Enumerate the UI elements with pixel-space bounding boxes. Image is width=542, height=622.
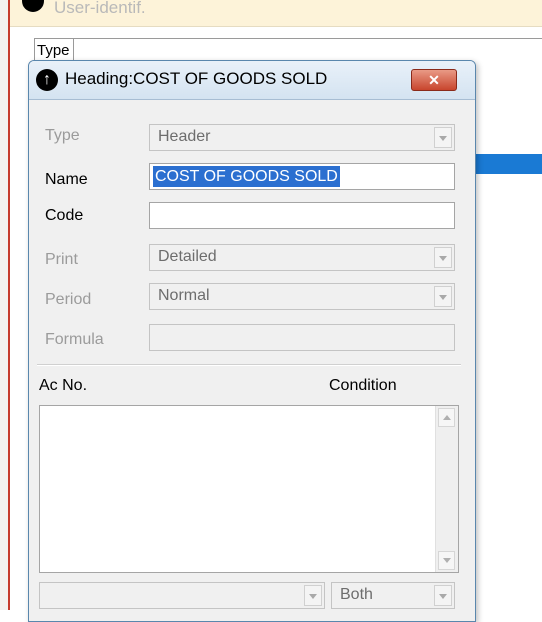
print-label: Print bbox=[45, 251, 78, 268]
period-label: Period bbox=[45, 291, 92, 308]
background-window-title: User-identif. bbox=[54, 0, 146, 17]
separator bbox=[37, 364, 461, 366]
formula-field bbox=[149, 324, 455, 351]
formula-label: Formula bbox=[45, 331, 104, 348]
chevron-down-icon bbox=[304, 585, 322, 606]
code-field[interactable] bbox=[149, 202, 455, 229]
dialog-title: Heading:COST OF GOODS SOLD bbox=[65, 69, 328, 88]
background-window-edge bbox=[0, 0, 10, 610]
print-combo: Detailed bbox=[149, 244, 455, 271]
column-header-type[interactable]: Type bbox=[34, 39, 74, 61]
chevron-down-icon bbox=[434, 585, 452, 606]
condition-column-label: Condition bbox=[329, 377, 397, 394]
period-combo: Normal bbox=[149, 283, 455, 310]
background-titlebar: User-identif. bbox=[10, 0, 542, 27]
type-combo: Header bbox=[149, 124, 455, 151]
chevron-down-icon bbox=[434, 286, 452, 307]
scroll-up-arrow-icon[interactable] bbox=[438, 408, 455, 427]
scrollbar[interactable] bbox=[435, 406, 458, 572]
name-value[interactable]: COST OF GOODS SOLD bbox=[153, 166, 340, 187]
condition-combo: Both bbox=[331, 582, 455, 609]
name-label: Name bbox=[45, 171, 88, 188]
scroll-down-arrow-icon[interactable] bbox=[438, 551, 455, 570]
code-label: Code bbox=[45, 207, 84, 224]
up-arrow-icon: ↑ bbox=[36, 69, 58, 91]
accounts-list[interactable] bbox=[39, 405, 459, 573]
type-label: Type bbox=[45, 127, 80, 144]
type-value: Header bbox=[158, 128, 211, 145]
dialog-titlebar[interactable]: ↑ Heading:COST OF GOODS SOLD ✕ bbox=[29, 61, 475, 100]
name-field[interactable]: COST OF GOODS SOLD bbox=[149, 163, 455, 190]
close-button[interactable]: ✕ bbox=[411, 69, 457, 91]
period-value: Normal bbox=[158, 287, 210, 304]
acno-column-label: Ac No. bbox=[39, 377, 88, 394]
app-icon bbox=[22, 0, 44, 12]
chevron-down-icon bbox=[434, 127, 452, 148]
chevron-down-icon bbox=[434, 247, 452, 268]
print-value: Detailed bbox=[158, 248, 217, 265]
heading-dialog: ↑ Heading:COST OF GOODS SOLD ✕ Type Head… bbox=[28, 60, 476, 622]
account-combo bbox=[39, 582, 325, 609]
condition-value: Both bbox=[340, 586, 373, 603]
